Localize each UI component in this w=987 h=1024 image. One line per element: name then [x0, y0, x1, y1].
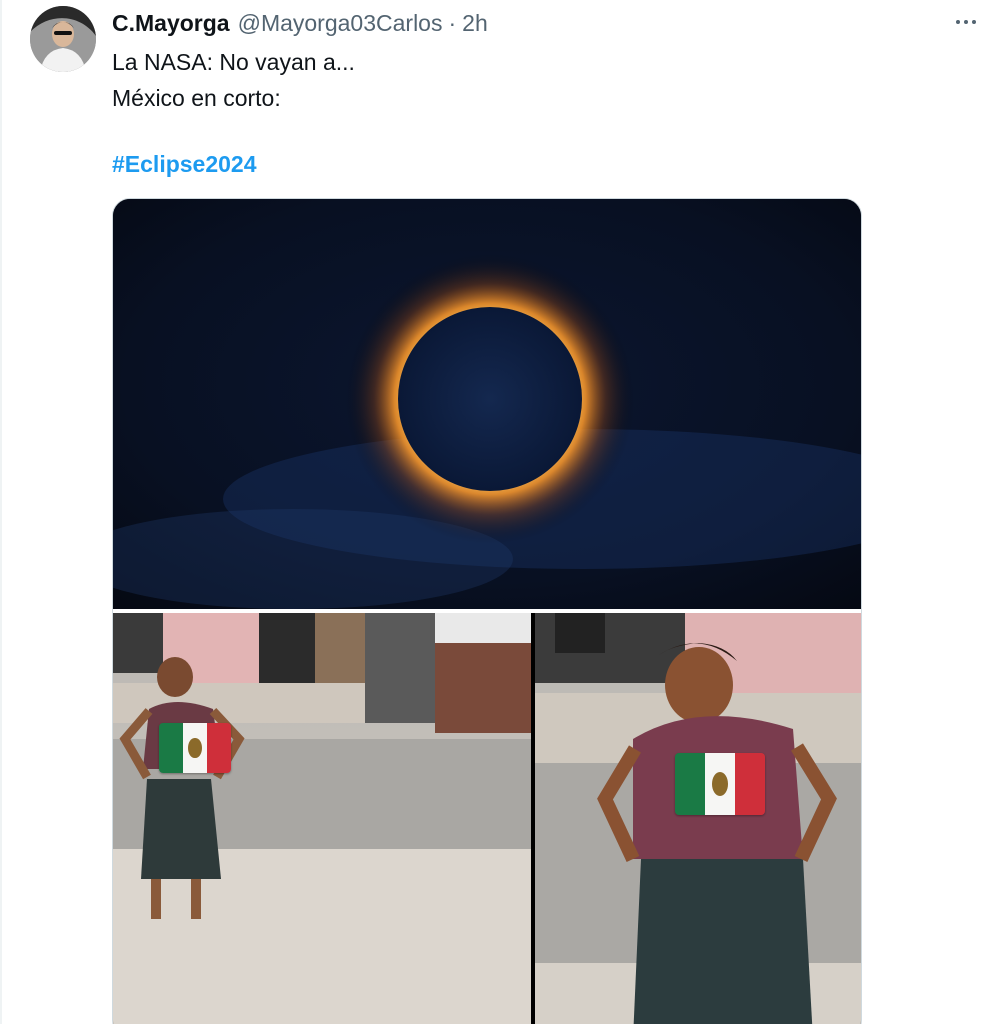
tweet-media[interactable]	[112, 198, 862, 1024]
hashtag-link[interactable]: #Eclipse2024	[112, 146, 257, 182]
avatar-image	[30, 6, 96, 72]
display-name[interactable]: C.Mayorga	[112, 10, 230, 37]
more-dot	[964, 20, 968, 24]
more-dot	[972, 20, 976, 24]
tweet-text: La NASA: No vayan a... México en corto: …	[112, 44, 932, 182]
separator-dot: ·	[448, 9, 457, 36]
more-horizontal-icon	[956, 20, 960, 24]
mexico-flag-right	[675, 753, 765, 815]
left-photo	[113, 613, 531, 1024]
avatar[interactable]	[30, 6, 96, 72]
right-photo	[535, 613, 861, 1024]
user-handle[interactable]: @Mayorga03Carlos	[238, 10, 443, 37]
tweet-header: C.Mayorga @Mayorga03Carlos · 2h	[112, 8, 488, 38]
timeline-border	[0, 0, 2, 1024]
meme-image	[113, 199, 861, 1024]
panel-divider	[113, 609, 861, 613]
mexico-flag-left	[159, 723, 231, 773]
more-options-button[interactable]	[948, 8, 984, 36]
timestamp[interactable]: 2h	[462, 10, 488, 37]
moon-disk	[398, 307, 582, 491]
tweet-text-line: México en corto:	[112, 85, 281, 111]
tweet-text-line: La NASA: No vayan a...	[112, 49, 355, 75]
